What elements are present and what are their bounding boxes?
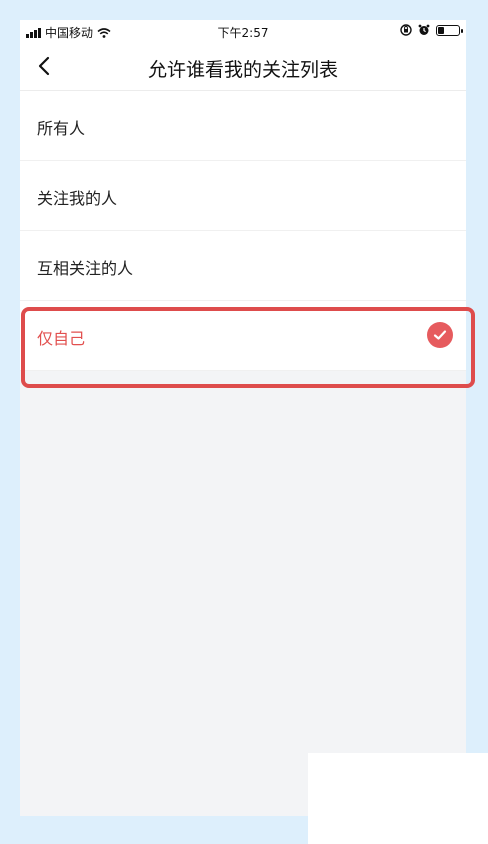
page-title: 允许谁看我的关注列表	[147, 59, 338, 81]
alarm-icon	[418, 24, 430, 35]
option-everyone[interactable]: 所有人	[20, 91, 466, 161]
option-label: 关注我的人	[37, 189, 118, 208]
option-label: 仅自己	[37, 329, 86, 348]
option-only-me[interactable]: 仅自己	[20, 301, 466, 371]
option-mutual-follows[interactable]: 互相关注的人	[20, 231, 466, 301]
visibility-options-list: 所有人 关注我的人 互相关注的人 仅自己	[20, 91, 466, 371]
corner-patch	[308, 753, 488, 844]
battery-level	[438, 26, 444, 34]
rotation-lock-icon	[400, 24, 412, 36]
phone-screen: 中国移动 下午2:57 允许谁看我的关注列表 所有人 关注我的人 互相关注的人 …	[20, 20, 466, 816]
checkmark-circle-icon	[427, 322, 453, 348]
navigation-bar: 允许谁看我的关注列表	[20, 42, 466, 91]
status-bar: 中国移动 下午2:57	[20, 20, 466, 42]
option-followers[interactable]: 关注我的人	[20, 161, 466, 231]
status-right	[400, 24, 463, 36]
option-label: 互相关注的人	[37, 259, 134, 278]
battery-icon	[436, 24, 463, 36]
option-label: 所有人	[37, 119, 86, 138]
screenshot-frame: 中国移动 下午2:57 允许谁看我的关注列表 所有人 关注我的人 互相关注的人 …	[0, 0, 488, 844]
